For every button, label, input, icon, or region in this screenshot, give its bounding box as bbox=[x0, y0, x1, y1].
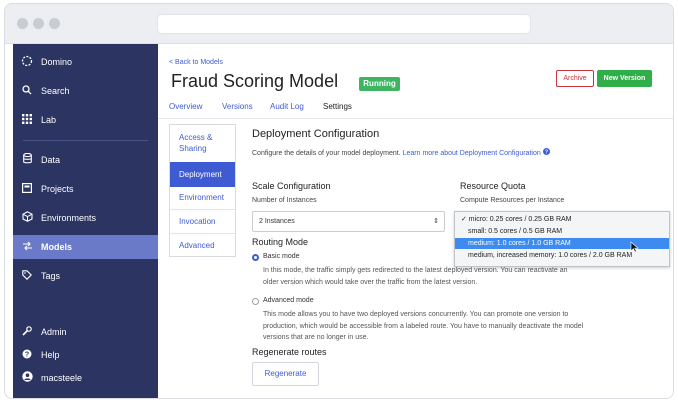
window-zoom-dot[interactable] bbox=[49, 18, 60, 29]
new-version-button[interactable]: New Version bbox=[597, 70, 652, 87]
advanced-mode-label: Advanced mode bbox=[263, 297, 314, 304]
quota-option-micro[interactable]: ✓ micro: 0.25 cores / 0.25 GB RAM bbox=[455, 214, 669, 225]
browser-chrome bbox=[5, 4, 673, 44]
tab-settings[interactable]: Settings bbox=[323, 102, 352, 111]
deployment-description: Configure the details of your model depl… bbox=[252, 148, 550, 157]
advanced-mode-radio[interactable] bbox=[252, 298, 259, 305]
sidebar-item-label: Help bbox=[41, 350, 60, 360]
page-title: Fraud Scoring Model bbox=[171, 71, 339, 91]
settings-subnav: Access & Sharing Deployment Environment … bbox=[169, 124, 236, 257]
sidebar-item-lab[interactable]: Lab bbox=[13, 108, 158, 132]
grid-icon bbox=[13, 113, 41, 127]
sidebar-item-label: Domino bbox=[41, 57, 73, 67]
sidebar-item-label: Admin bbox=[41, 327, 67, 337]
learn-more-link[interactable]: Learn more about Deployment Configuratio… bbox=[403, 150, 541, 157]
cube-icon bbox=[13, 211, 41, 225]
window-close-dot[interactable] bbox=[17, 18, 28, 29]
resource-quota-heading: Resource Quota bbox=[460, 181, 526, 191]
sidebar-item-label: macsteele bbox=[41, 373, 83, 383]
subnav-item-environment[interactable]: Environment bbox=[170, 192, 235, 203]
scale-config-heading: Scale Configuration bbox=[252, 181, 331, 191]
routing-mode-heading: Routing Mode bbox=[252, 237, 309, 247]
resource-quota-dropdown[interactable]: ✓ micro: 0.25 cores / 0.25 GB RAM small:… bbox=[454, 211, 670, 267]
sidebar: Domino Search Lab Data Projects Environm… bbox=[13, 44, 158, 398]
tag-icon bbox=[13, 269, 41, 283]
wrench-icon bbox=[13, 325, 41, 339]
sidebar-item-label: Data bbox=[41, 155, 61, 165]
sidebar-item-label: Environments bbox=[41, 213, 97, 223]
sidebar-item-projects[interactable]: Projects bbox=[13, 177, 158, 201]
basic-mode-label: Basic mode bbox=[263, 253, 300, 260]
compute-resources-label: Compute Resources per Instance bbox=[460, 197, 565, 204]
help-icon: ? bbox=[13, 349, 41, 362]
desc-line: production, which would be accessible fr… bbox=[263, 322, 584, 330]
main-content: < Back to Models Fraud Scoring Model Run… bbox=[158, 44, 673, 398]
subnav-item-invocation[interactable]: Invocation bbox=[170, 216, 235, 227]
sidebar-item-environments[interactable]: Environments bbox=[13, 206, 158, 230]
instances-label: Number of Instances bbox=[252, 197, 317, 204]
sidebar-item-label: Models bbox=[41, 242, 73, 252]
sidebar-item-user[interactable]: macsteele bbox=[13, 366, 158, 390]
info-icon: ? bbox=[542, 148, 550, 157]
address-bar[interactable] bbox=[157, 14, 531, 34]
svg-text:?: ? bbox=[25, 351, 29, 358]
search-icon bbox=[13, 84, 41, 98]
desc-line: older version which would take over the … bbox=[263, 278, 478, 286]
subnav-label: Sharing bbox=[179, 144, 207, 153]
subnav-item-access-sharing[interactable]: Access & Sharing bbox=[170, 132, 235, 154]
models-icon bbox=[13, 241, 41, 254]
sidebar-item-label: Lab bbox=[41, 115, 57, 125]
sidebar-item-admin[interactable]: Admin bbox=[13, 320, 158, 344]
sidebar-item-label: Tags bbox=[41, 271, 61, 281]
basic-mode-radio[interactable] bbox=[252, 254, 259, 261]
deployment-heading: Deployment Configuration bbox=[252, 128, 380, 140]
regenerate-routes-heading: Regenerate routes bbox=[252, 347, 327, 357]
sidebar-item-tags[interactable]: Tags bbox=[13, 264, 158, 288]
database-icon bbox=[13, 152, 41, 167]
tab-overview[interactable]: Overview bbox=[169, 102, 202, 111]
subnav-item-deployment[interactable]: Deployment bbox=[170, 162, 235, 187]
regenerate-button[interactable]: Regenerate bbox=[252, 362, 319, 386]
basic-mode-description: In this mode, the traffic simply gets re… bbox=[263, 265, 663, 288]
instances-value: 2 Instances bbox=[259, 218, 295, 225]
sidebar-item-label: Projects bbox=[41, 184, 74, 194]
user-icon bbox=[13, 371, 41, 385]
sidebar-item-data[interactable]: Data bbox=[13, 148, 158, 172]
domino-logo-icon bbox=[13, 55, 41, 70]
subnav-divider bbox=[170, 233, 235, 234]
select-arrows-icon: ⇕ bbox=[433, 218, 439, 225]
sidebar-item-help[interactable]: ? Help bbox=[13, 343, 158, 367]
sidebar-item-search[interactable]: Search bbox=[13, 79, 158, 103]
archive-button[interactable]: Archive bbox=[556, 70, 594, 87]
subnav-item-advanced[interactable]: Advanced bbox=[170, 240, 235, 251]
folder-icon bbox=[13, 182, 41, 196]
status-badge: Running bbox=[359, 77, 400, 91]
tab-divider bbox=[158, 118, 673, 119]
sidebar-item-domino[interactable]: Domino bbox=[13, 50, 158, 74]
tab-audit-log[interactable]: Audit Log bbox=[270, 102, 304, 111]
window-minimize-dot[interactable] bbox=[33, 18, 44, 29]
sidebar-item-label: Search bbox=[41, 86, 70, 96]
browser-window: Domino Search Lab Data Projects Environm… bbox=[4, 3, 674, 399]
instances-select[interactable]: 2 Instances ⇕ bbox=[252, 211, 445, 232]
desc-line: versions that are no longer in use. bbox=[263, 334, 369, 341]
desc-line: This mode allows you to have two deploye… bbox=[263, 311, 569, 318]
svg-text:?: ? bbox=[545, 150, 548, 156]
sidebar-item-models[interactable]: Models bbox=[13, 235, 158, 259]
description-text: Configure the details of your model depl… bbox=[252, 150, 401, 157]
subnav-label: Access & bbox=[179, 133, 213, 142]
subnav-divider bbox=[170, 209, 235, 210]
tab-versions[interactable]: Versions bbox=[222, 102, 253, 111]
quota-option-small[interactable]: small: 0.5 cores / 0.5 GB RAM bbox=[455, 226, 669, 237]
sidebar-divider bbox=[23, 140, 148, 141]
back-to-models-link[interactable]: < Back to Models bbox=[169, 59, 223, 66]
advanced-mode-description: This mode allows you to have two deploye… bbox=[263, 309, 663, 344]
mouse-cursor-icon bbox=[630, 241, 639, 255]
